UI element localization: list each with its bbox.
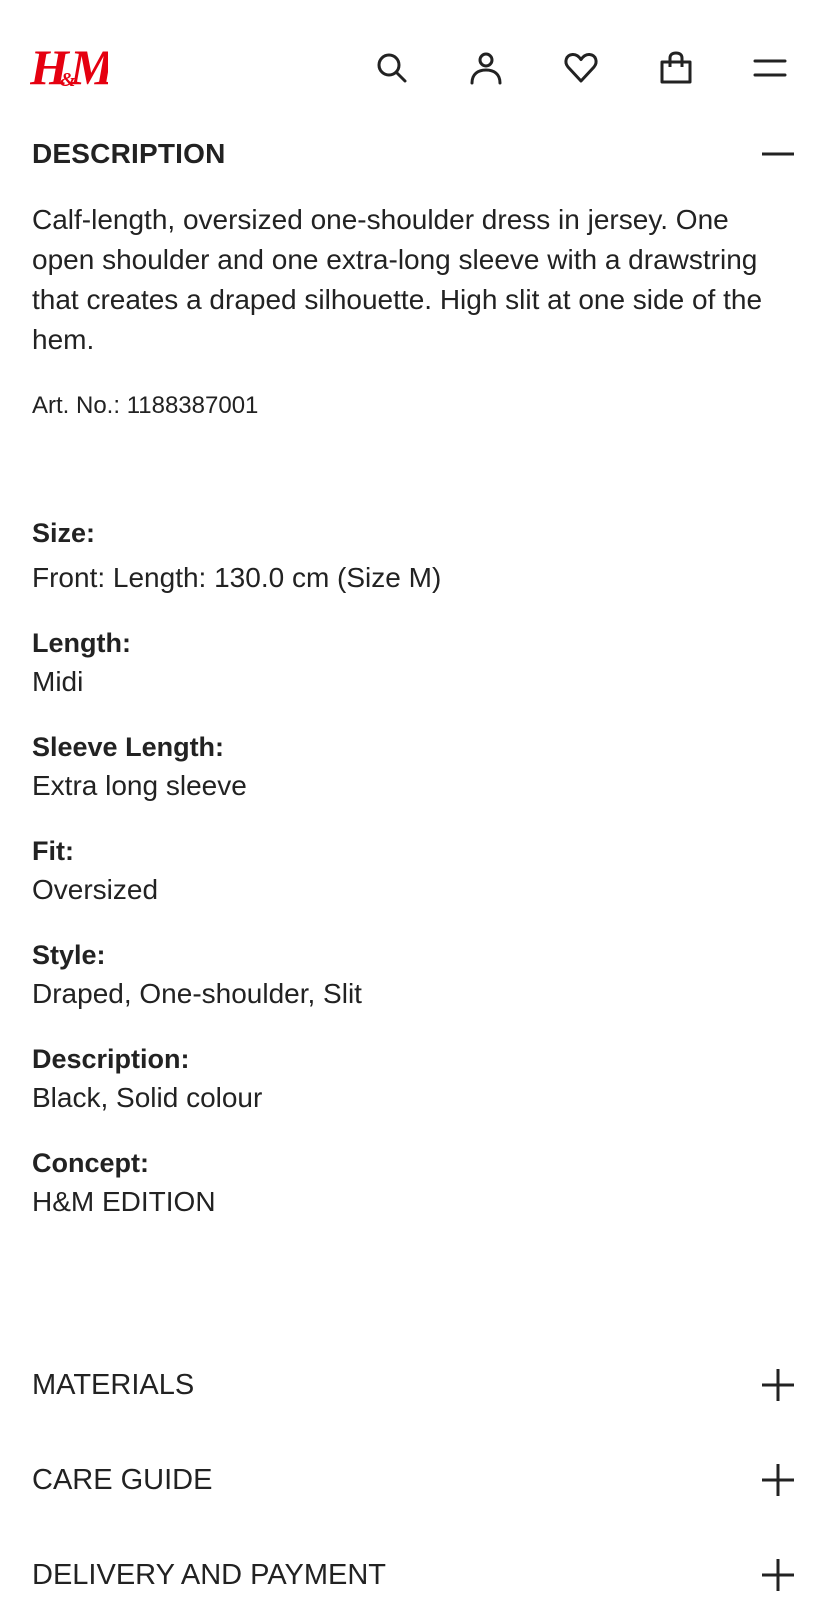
care-guide-label: CARE GUIDE (32, 1463, 213, 1496)
attribute-length: Length: Midi (32, 624, 792, 702)
attribute-value: Midi (32, 666, 84, 697)
attribute-sleeve-length: Sleeve Length: Extra long sleeve (32, 728, 792, 806)
attribute-label: Sleeve Length: (32, 732, 225, 762)
materials-accordion-header[interactable]: MATERIALS (32, 1355, 796, 1415)
attribute-value: Oversized (32, 874, 159, 905)
attribute-value: Draped, One-shoulder, Slit (32, 978, 362, 1009)
expand-plus-icon[interactable] (760, 1367, 796, 1403)
bag-icon[interactable] (654, 46, 698, 90)
attribute-value: H&M EDITION (32, 1186, 216, 1217)
care-guide-accordion-header[interactable]: CARE GUIDE (32, 1450, 796, 1510)
attribute-label: Description: (32, 1044, 190, 1074)
attribute-size: Size: Front: Length: 130.0 cm (Size M) (32, 514, 792, 598)
description-accordion-header[interactable]: DESCRIPTION (32, 136, 796, 172)
menu-icon[interactable] (748, 46, 792, 90)
delivery-payment-label: DELIVERY AND PAYMENT (32, 1558, 387, 1591)
attribute-fit: Fit: Oversized (32, 832, 792, 910)
product-attributes: Size: Front: Length: 130.0 cm (Size M) L… (32, 514, 792, 1248)
account-icon[interactable] (464, 46, 508, 90)
heart-icon[interactable] (559, 46, 603, 90)
description-text: Calf-length, oversized one-shoulder dres… (32, 204, 763, 355)
search-icon[interactable] (370, 46, 414, 90)
collapse-minus-icon[interactable] (760, 136, 796, 172)
attribute-label: Concept: (32, 1148, 149, 1178)
attribute-style: Style: Draped, One-shoulder, Slit (32, 936, 792, 1014)
attribute-concept: Concept: H&M EDITION (32, 1144, 792, 1222)
attribute-label: Style: (32, 940, 106, 970)
attribute-value: Front: Length: 130.0 cm (Size M) (32, 562, 442, 593)
materials-label: MATERIALS (32, 1368, 195, 1401)
attribute-description: Description: Black, Solid colour (32, 1040, 792, 1118)
attribute-label: Fit: (32, 836, 74, 866)
expand-plus-icon[interactable] (760, 1462, 796, 1498)
article-number: Art. No.: 1188387001 (32, 392, 259, 419)
attribute-label: Size: (32, 518, 96, 548)
hm-logo[interactable]: H & M (29, 36, 116, 96)
site-header: H & M (0, 0, 828, 130)
svg-text:M: M (69, 39, 108, 95)
delivery-payment-accordion-header[interactable]: DELIVERY AND PAYMENT (32, 1545, 796, 1605)
description-title: DESCRIPTION (32, 138, 226, 169)
attribute-value: Extra long sleeve (32, 770, 247, 801)
attribute-value: Black, Solid colour (32, 1082, 263, 1113)
attribute-label: Length: (32, 628, 131, 658)
